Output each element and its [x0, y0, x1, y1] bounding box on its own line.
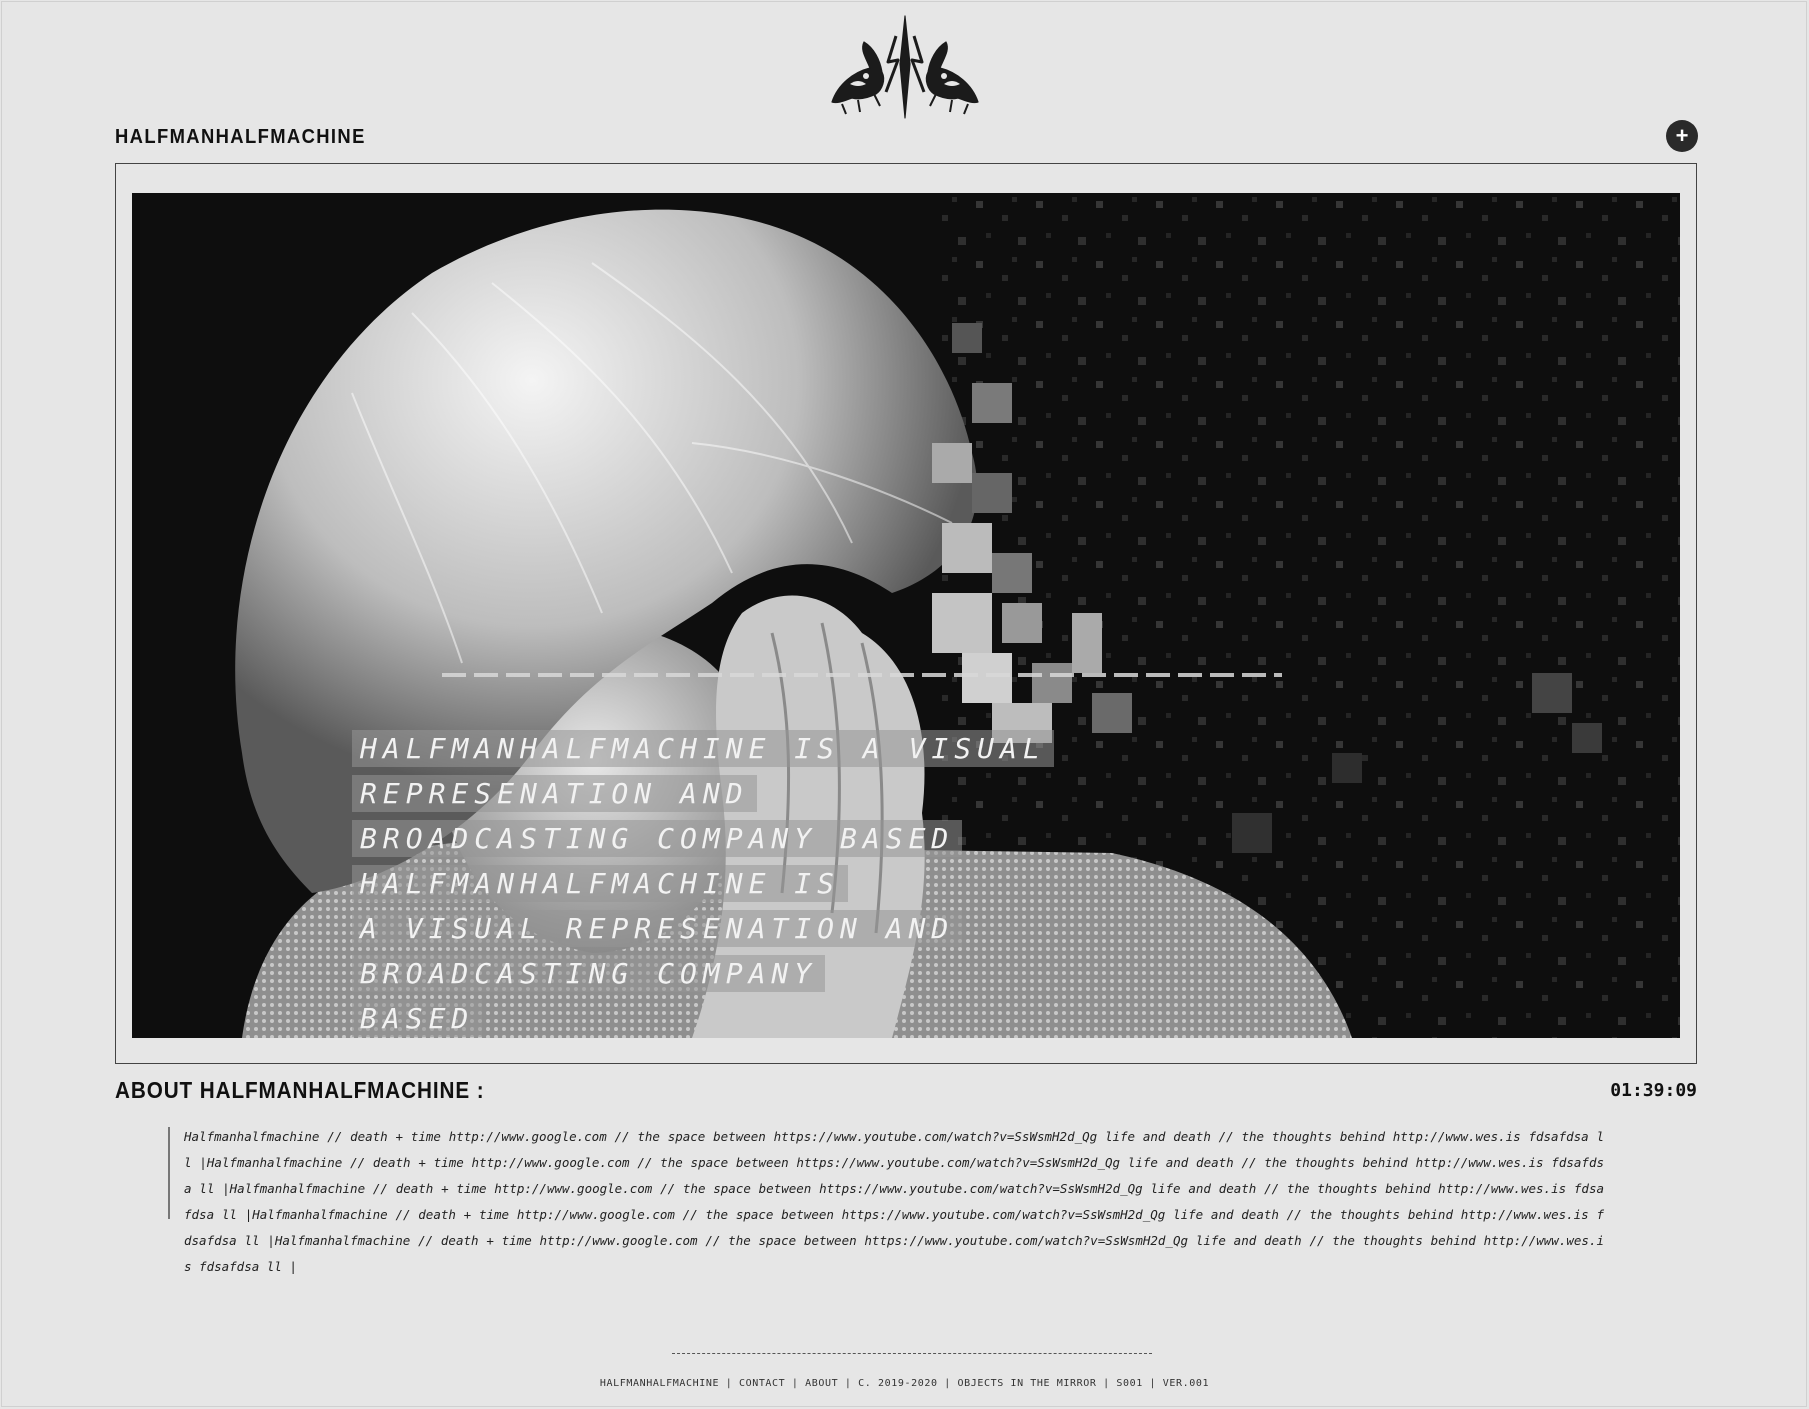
footer-season: S001	[1116, 1378, 1143, 1389]
menu-plus-button[interactable]: +	[1666, 120, 1698, 152]
hero-overlay-text: HALFMANHALFMACHINE IS A VISUAL REPRESENA…	[352, 726, 1192, 1038]
logo-emblem[interactable]	[820, 14, 990, 122]
footer-link-contact[interactable]: CONTACT	[739, 1378, 785, 1389]
footer-separator: |	[838, 1378, 859, 1389]
about-title: ABOUT HALFMANHALFMACHINE :	[115, 1077, 485, 1103]
footer-separator: |	[785, 1378, 806, 1389]
site-title[interactable]: HALFMANHALFMACHINE	[115, 126, 366, 149]
about-quote-bar	[168, 1127, 170, 1219]
footer-link-home[interactable]: HALFMANHALFMACHINE	[600, 1378, 719, 1389]
timer: 01:39:09	[1610, 1080, 1697, 1101]
glitch-line	[442, 673, 1282, 677]
footer-copyright: C. 2019-2020	[858, 1378, 938, 1389]
footer-link-about[interactable]: ABOUT	[805, 1378, 838, 1389]
footer-separator: |	[1096, 1378, 1117, 1389]
footer-separator: |	[1142, 1378, 1163, 1389]
footer-divider	[672, 1353, 1152, 1354]
footer-separator: |	[937, 1378, 958, 1389]
overlay-line: BASED	[352, 1000, 483, 1037]
footer-version: VER.001	[1162, 1378, 1210, 1389]
footer-link-objects[interactable]: OBJECTS IN THE MIRROR	[957, 1378, 1096, 1389]
overlay-line: BROADCASTING COMPANY BASED HALFMANHALFMA…	[352, 820, 963, 902]
footer-separator: |	[719, 1378, 739, 1389]
hero-video[interactable]: HALFMANHALFMACHINE IS A VISUAL REPRESENA…	[132, 193, 1680, 1038]
overlay-line: HALFMANHALFMACHINE IS A VISUAL REPRESENA…	[352, 730, 1054, 812]
overlay-line: A VISUAL REPRESENATION AND BROADCASTING …	[352, 910, 963, 992]
footer: HALFMANHALFMACHINE | CONTACT | ABOUT | C…	[0, 1378, 1809, 1389]
about-body-text: Halfmanhalfmachine // death + time http:…	[184, 1129, 1604, 1274]
